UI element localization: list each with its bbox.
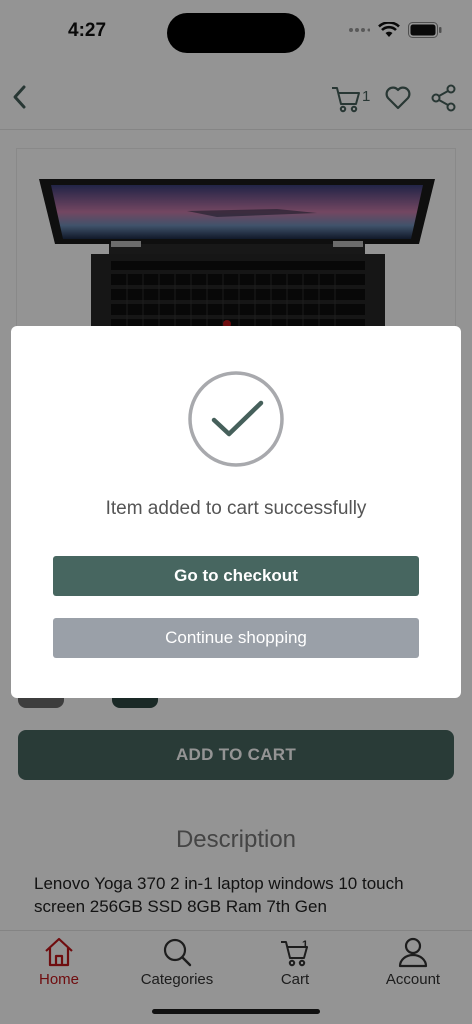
go-to-checkout-button[interactable]: Go to checkout xyxy=(53,556,419,596)
added-to-cart-dialog: Item added to cart successfully Go to ch… xyxy=(11,326,461,698)
check-circle-icon xyxy=(188,371,284,467)
success-message: Item added to cart successfully xyxy=(105,498,367,519)
home-indicator xyxy=(152,1009,320,1014)
continue-shopping-button[interactable]: Continue shopping xyxy=(53,618,419,658)
